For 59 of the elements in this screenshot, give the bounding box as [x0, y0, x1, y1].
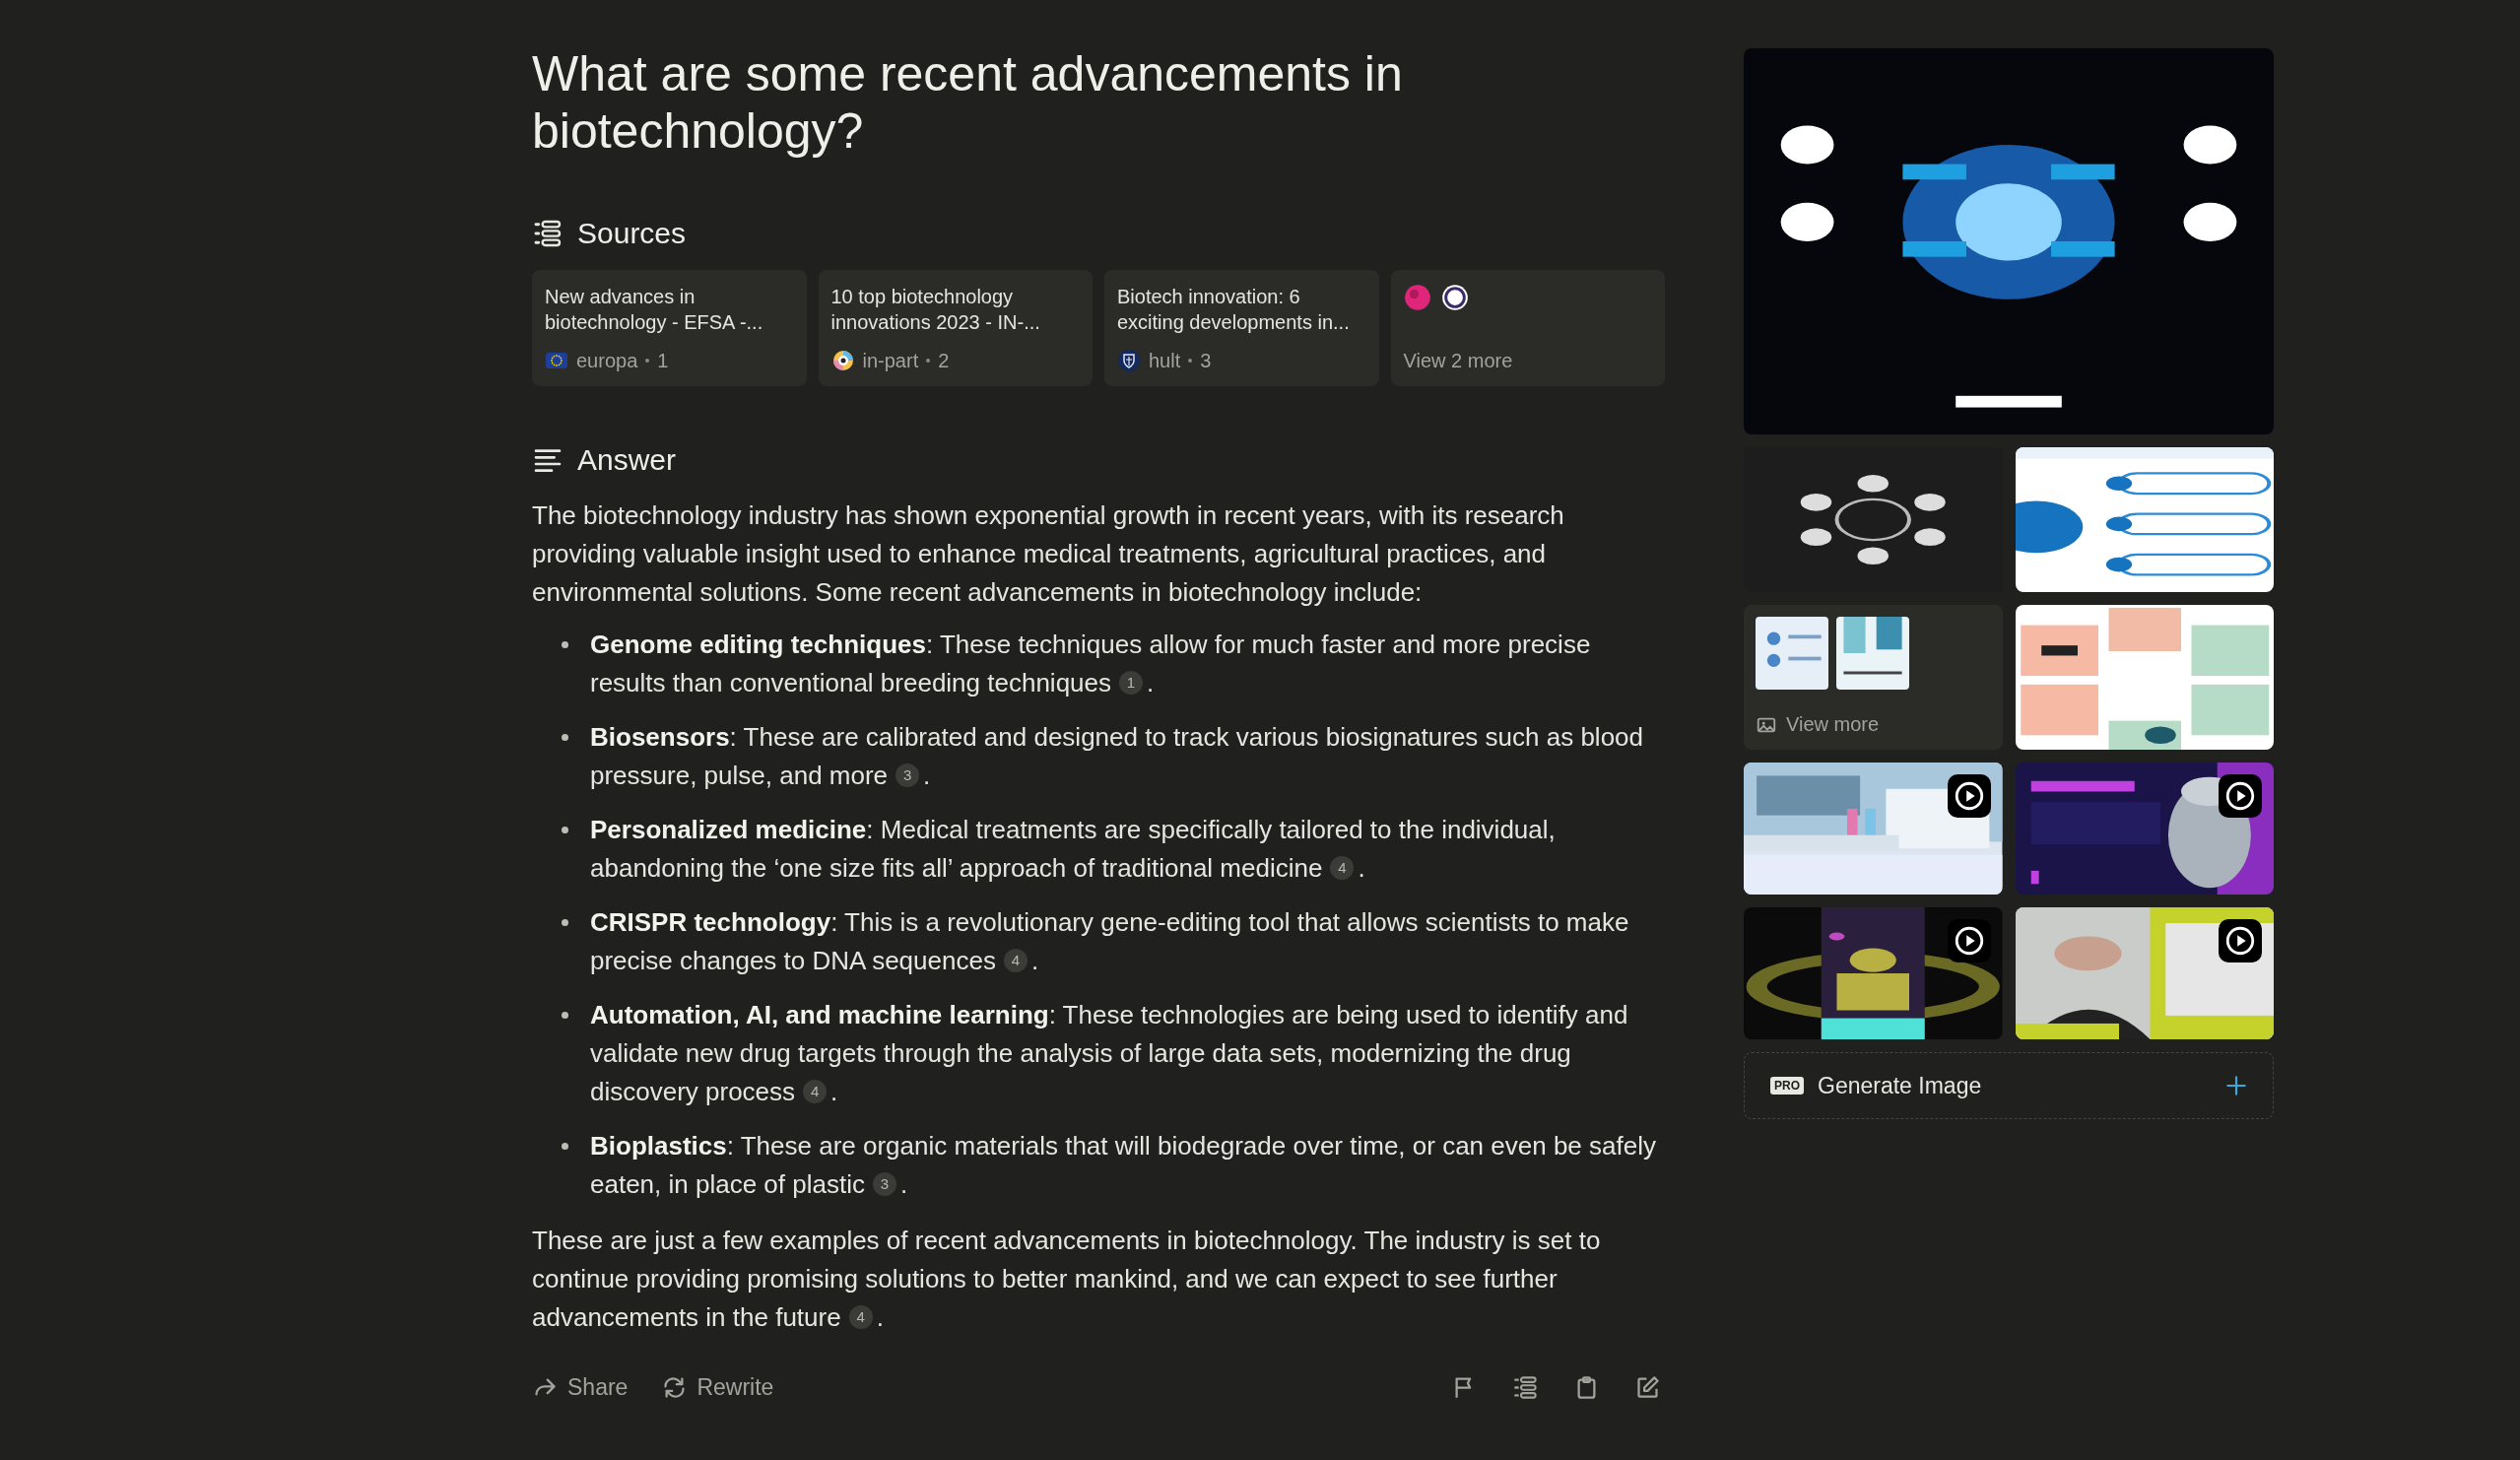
generate-image-button[interactable]: PRO Generate Image — [1744, 1052, 2274, 1119]
bullet-text: Genome editing techniques: These techniques allow for much faster and more precise results than conventional breeding techniques 1 . — [590, 629, 1592, 699]
play-icon — [2223, 779, 2257, 813]
bullet-dot — [562, 734, 568, 741]
site-icon — [1440, 284, 1469, 311]
generate-image-label: Generate Image — [1818, 1072, 1982, 1099]
source-site: hult — [1149, 349, 1181, 372]
view-more-label: View 2 more — [1403, 350, 1514, 372]
source-site: europa — [576, 349, 638, 372]
source-site: in-part — [862, 349, 919, 372]
answer-paragraph: The biotechnology industry has shown exponential growth in recent years, with its research providing valuable insight used to enhance medical treatments, agricultural practices, and environmental solutions. Some recent advancements in biotechnology include: — [532, 499, 1565, 609]
source-title: New advances in biotechnology - EFSA -... — [545, 285, 764, 335]
citation-badge[interactable]: 3 — [895, 763, 920, 787]
sources-icon — [532, 218, 564, 249]
play-button[interactable] — [2219, 919, 2262, 962]
source-number: 2 — [938, 349, 950, 372]
section-heading: Sources — [577, 217, 687, 250]
source-title: Biotech innovation: 6 exciting developments in... — [1117, 285, 1351, 335]
more-sources-card[interactable]: View 2 more — [1390, 270, 1665, 386]
bullet-text: CRISPR technology: This is a revolutionary gene-editing tool that allows scientists to make precise changes to DNA sequences 4 . — [590, 906, 1630, 977]
rewrite-button[interactable]: Rewrite — [661, 1374, 774, 1401]
view-more-label: View more — [1786, 713, 1880, 736]
source-number: 3 — [1200, 349, 1212, 372]
bullet-dot — [562, 1012, 568, 1019]
pro-badge: PRO — [1770, 1077, 1804, 1095]
bullet-text: Personalized medicine: Medical treatments are specifically tailored to the individual, abandoning the ‘one size fits all’ approach of traditional medicine 4 . — [590, 814, 1557, 885]
source-title: 10 top biotechnology innovations 2023 - IN-... — [830, 285, 1041, 335]
source-card[interactable]: New advances in biotechnology - EFSA -... europa 1 — [532, 270, 807, 386]
play-button[interactable] — [1947, 919, 1991, 962]
question-title: What are some recent advancements in biotechnology? — [532, 45, 1404, 160]
play-button[interactable] — [2219, 774, 2262, 818]
citation-badge[interactable]: 4 — [803, 1080, 828, 1103]
section-heading: Answer — [577, 443, 677, 477]
edit-icon — [1634, 1374, 1661, 1401]
play-icon — [2223, 924, 2257, 958]
bullet-dot — [562, 1143, 568, 1150]
bullet-text: Biosensors: These are calibrated and designed to track various biosignatures such as blood pressure, pulse, and more 3 . — [590, 721, 1645, 792]
site-icon — [1403, 284, 1431, 311]
bullet-dot — [562, 641, 568, 648]
more-images-card[interactable]: View more — [1744, 605, 2003, 750]
citation-badge[interactable]: 4 — [1330, 856, 1355, 880]
source-card[interactable]: Biotech innovation: 6 exciting developments in... hult 3 — [1104, 270, 1379, 386]
bullet-dot — [562, 919, 568, 926]
share-button[interactable]: Share — [532, 1374, 629, 1401]
citation-badge[interactable]: 3 — [872, 1172, 896, 1196]
citation-badge[interactable]: 1 — [1119, 671, 1144, 695]
answer-paragraph: These are just a few examples of recent advancements in biotechnology. The industry is set to continue providing promising solutions to better mankind, and we can expect to see further advancements in the future 4 . — [532, 1225, 1602, 1334]
citation-badge[interactable]: 4 — [848, 1305, 873, 1329]
list-icon — [1512, 1374, 1539, 1401]
source-number: 1 — [657, 349, 669, 372]
shield-icon — [1117, 349, 1141, 372]
ring-icon — [830, 349, 855, 372]
bullet-text: Bioplastics: These are organic materials that will biodegrade over time, or can even be safely eaten, in place of plastic 3 . — [590, 1130, 1657, 1201]
citation-badge[interactable]: 4 — [1003, 949, 1028, 972]
source-card[interactable]: 10 top biotechnology innovations 2023 - IN-... in-part 2 — [818, 270, 1093, 386]
bullet-text: Automation, AI, and machine learning: These technologies are being used to identify and validate new drug targets through the analysis of large data sets, modernizing the drug discovery process 4 . — [590, 999, 1629, 1108]
plus-icon — [2223, 1073, 2249, 1098]
bullet-dot — [562, 827, 568, 833]
play-button[interactable] — [1947, 774, 1991, 818]
